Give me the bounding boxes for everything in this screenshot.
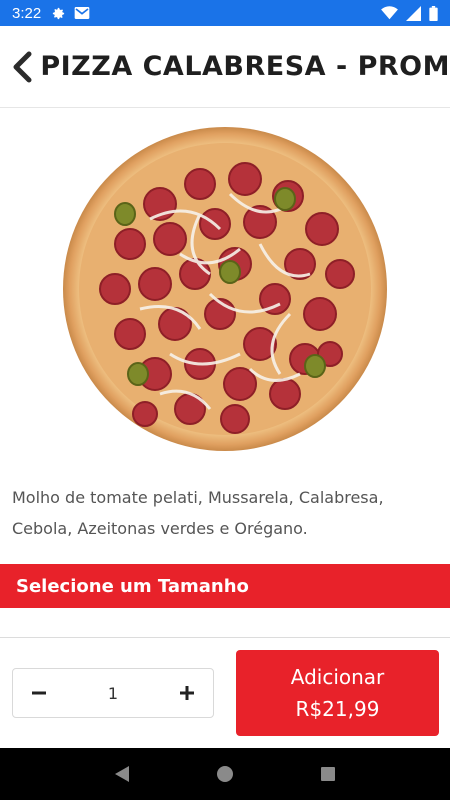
add-button-price: R$21,99: [295, 697, 380, 721]
back-button[interactable]: [8, 45, 36, 89]
nav-recents-button[interactable]: [308, 754, 348, 794]
add-button-label: Adicionar: [290, 665, 385, 689]
page-title: PIZZA CALABRESA - PROM: [40, 51, 450, 82]
system-nav-bar: [0, 748, 450, 800]
size-selector-label: Selecione um Tamanho: [16, 575, 249, 597]
home-circle-icon: [216, 766, 233, 782]
divider: [0, 637, 450, 638]
size-selector[interactable]: Selecione um Tamanho: [0, 564, 450, 608]
status-time: 3:22: [12, 4, 42, 22]
pizza-image: [63, 127, 387, 451]
gmail-icon: [74, 7, 90, 19]
nav-home-button[interactable]: [205, 754, 245, 794]
back-triangle-icon: [114, 766, 129, 782]
increment-button[interactable]: [175, 681, 199, 705]
app-header: PIZZA CALABRESA - PROM: [0, 26, 450, 108]
plus-icon: [180, 686, 194, 700]
wifi-icon: [381, 6, 398, 20]
quantity-stepper: 1: [12, 668, 214, 718]
recents-square-icon: [321, 767, 336, 781]
minus-icon: [32, 691, 46, 695]
quantity-value: 1: [107, 683, 119, 703]
product-description: Molho de tomate pelati, Mussarela, Calab…: [12, 488, 384, 538]
nav-back-button[interactable]: [102, 754, 142, 794]
gear-icon: [53, 7, 65, 19]
add-to-cart-button[interactable]: Adicionar R$21,99: [236, 650, 439, 736]
signal-icon: [406, 5, 421, 21]
battery-icon: [429, 5, 438, 21]
chevron-left-icon: [13, 51, 32, 82]
decrement-button[interactable]: [27, 681, 51, 705]
status-bar: 3:22: [0, 0, 450, 26]
product-image: [0, 108, 450, 470]
